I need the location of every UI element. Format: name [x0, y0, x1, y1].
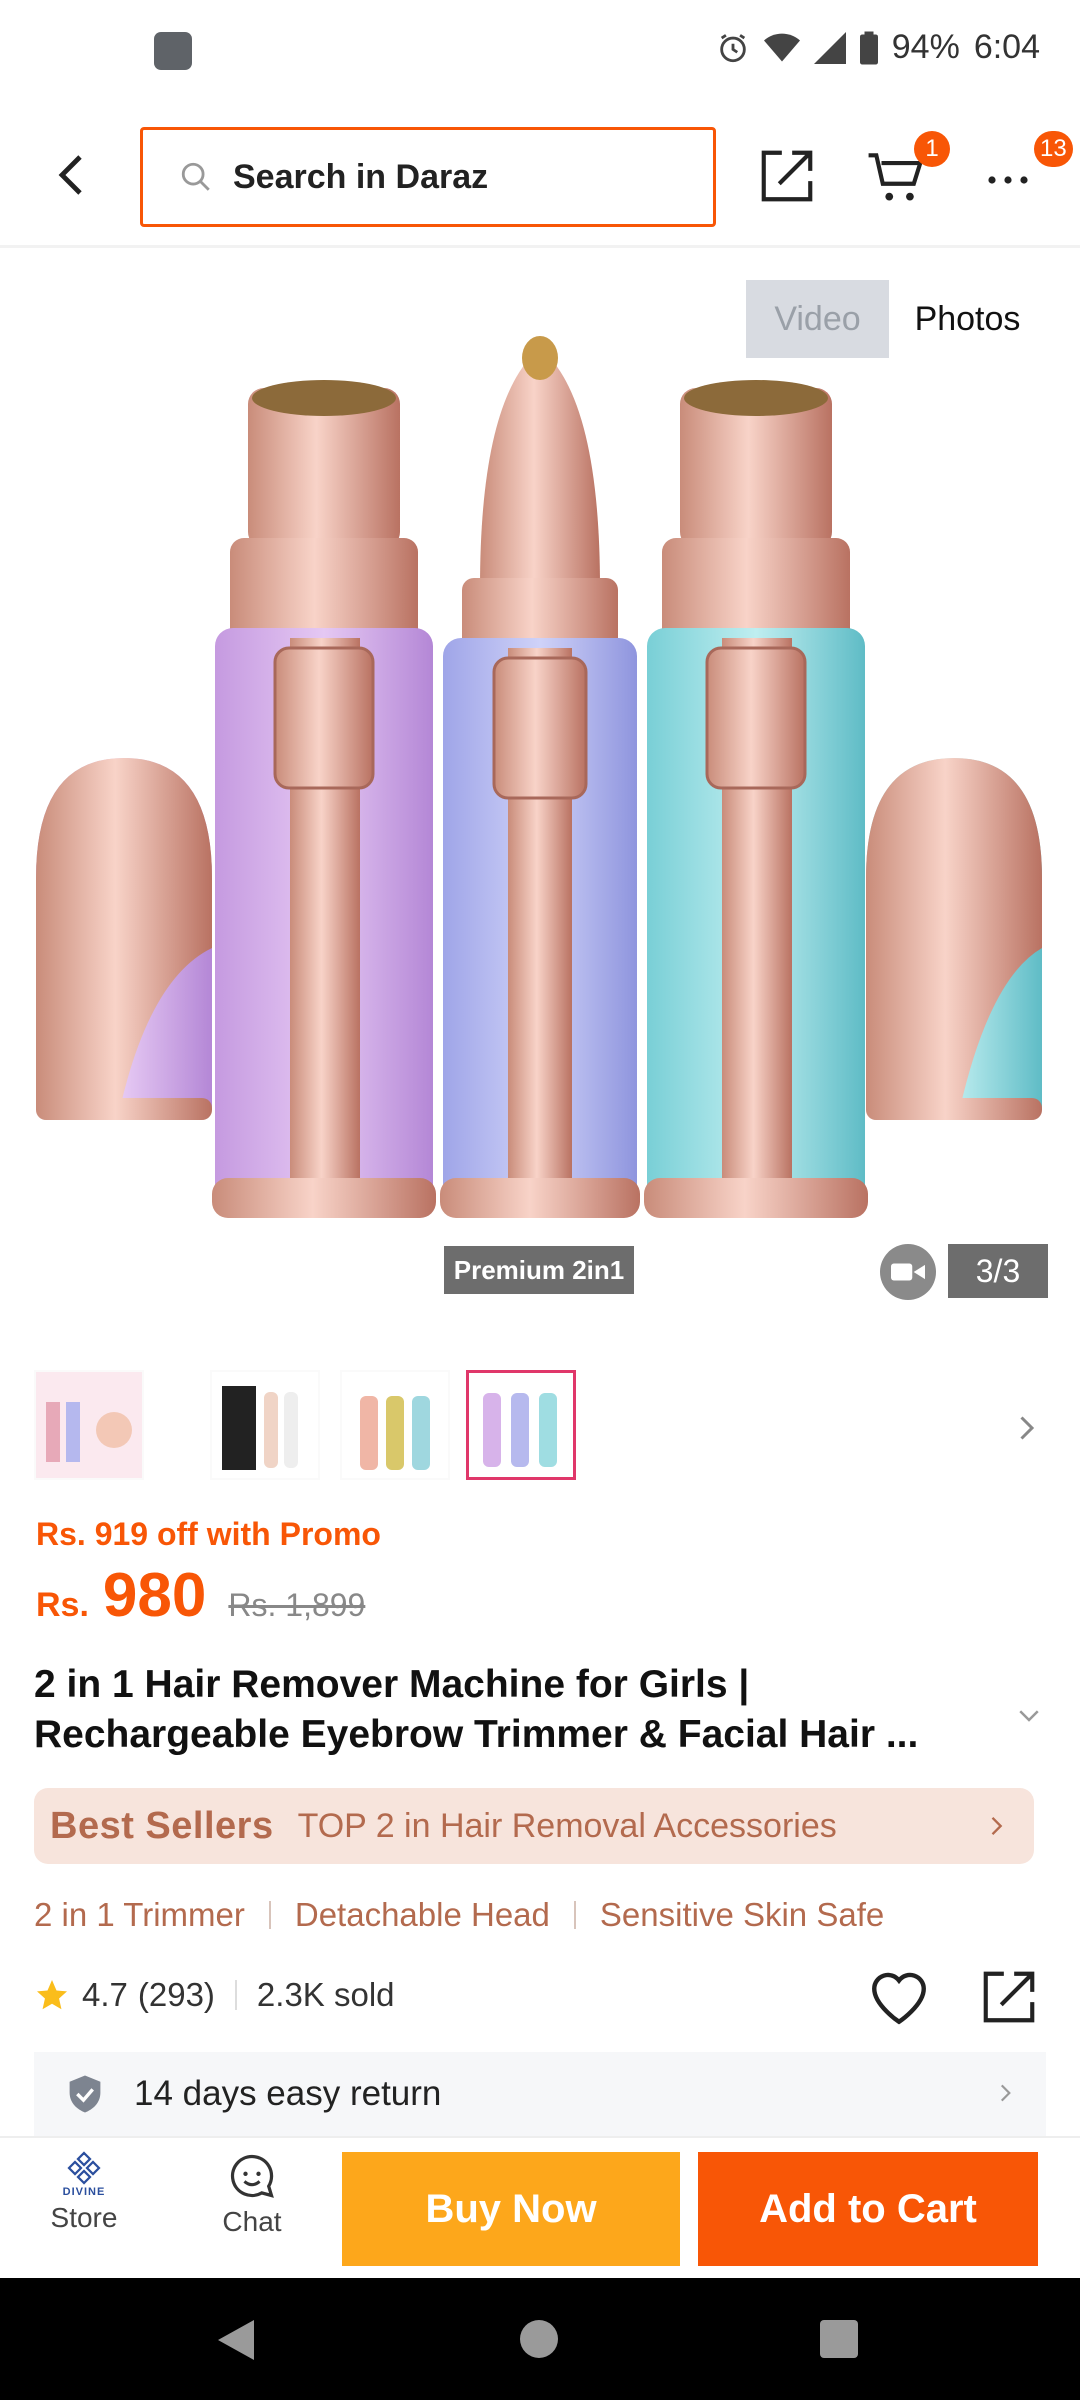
- store-label: Store: [50, 2202, 118, 2233]
- product-image-gallery[interactable]: Video Photos Premium 2in1 3/3: [0, 248, 1080, 1328]
- more-button[interactable]: 13: [984, 131, 1073, 207]
- feature-tags: 2 in 1 Trimmer Detachable Head Sensitive…: [34, 1896, 884, 1934]
- best-sellers-label: Best Sellers: [50, 1804, 274, 1847]
- thumbnail-image: [212, 1372, 318, 1478]
- return-policy-text: 14 days easy return: [134, 2074, 442, 2113]
- thumbnail-4[interactable]: [466, 1370, 576, 1480]
- chat-label: Chat: [222, 2206, 282, 2237]
- nav-recents-icon[interactable]: [820, 2320, 858, 2358]
- alarm-icon: [720, 33, 746, 62]
- rating-count: (293): [137, 1976, 215, 2013]
- store-logo-icon: [67, 2151, 101, 2185]
- chevron-right-icon: [1020, 1416, 1035, 1440]
- thumbnail-image: [36, 1372, 142, 1478]
- product-image: [36, 336, 1042, 1218]
- store-logo-text: DIVINE: [62, 2186, 106, 2198]
- back-button[interactable]: [40, 145, 100, 205]
- return-policy-row[interactable]: 14 days easy return: [34, 2052, 1046, 2136]
- heart-icon: [872, 1972, 926, 2025]
- share-icon: [983, 1971, 1035, 2023]
- best-sellers-banner[interactable]: Best Sellers TOP 2 in Hair Removal Acces…: [34, 1788, 1034, 1864]
- notification-icon: [154, 32, 192, 70]
- star-icon: [37, 1980, 67, 2010]
- price-row: Rs. 980 Rs. 1,899: [36, 1560, 365, 1631]
- battery-icon: [859, 31, 878, 64]
- chevron-right-icon: [1000, 2084, 1011, 2102]
- image-caption: Premium 2in1: [444, 1246, 634, 1294]
- feature-separator: [268, 1901, 271, 1929]
- thumbnail-2[interactable]: [210, 1370, 320, 1480]
- video-play-button[interactable]: [880, 1244, 936, 1300]
- rating-row[interactable]: 4.7 (293) 2.3K sold: [34, 1976, 395, 2014]
- feature-tag: Sensitive Skin Safe: [599, 1896, 885, 1933]
- battery-level: 94%: [891, 28, 960, 66]
- system-nav-bar: [0, 2278, 1080, 2400]
- original-price: Rs. 1,899: [228, 1587, 366, 1623]
- more-count-badge: 13: [1034, 131, 1073, 167]
- nav-home-icon[interactable]: [520, 2320, 558, 2358]
- promo-discount: Rs. 919 off with Promo: [36, 1516, 381, 1552]
- thumbnails-next-button[interactable]: [1008, 1410, 1044, 1446]
- thumbnail-3[interactable]: [340, 1370, 450, 1480]
- wishlist-button[interactable]: [866, 1966, 932, 2028]
- share-button[interactable]: [756, 145, 818, 207]
- video-tab[interactable]: Video: [746, 280, 889, 358]
- add-to-cart-button[interactable]: Add to Cart: [698, 2152, 1038, 2266]
- thumbnail-1[interactable]: [34, 1370, 144, 1480]
- feature-separator: [573, 1901, 576, 1929]
- buy-now-button[interactable]: Buy Now: [342, 2152, 680, 2266]
- share-product-button[interactable]: [978, 1966, 1040, 2028]
- search-icon: [181, 162, 210, 191]
- cart-button[interactable]: 1: [866, 131, 950, 207]
- chevron-left-icon: [58, 155, 82, 195]
- chevron-right-icon: [991, 1817, 1003, 1835]
- image-counter: 3/3: [948, 1244, 1048, 1298]
- chat-icon: [230, 2154, 274, 2198]
- rating-score: 4.7: [82, 1976, 128, 2013]
- thumbnail-strip: [0, 1328, 1080, 1524]
- share-icon: [761, 150, 813, 202]
- chevron-down-icon: [1019, 1710, 1039, 1722]
- video-camera-icon: [891, 1263, 925, 1281]
- status-icons: 94% 6:04: [716, 28, 1040, 67]
- current-price: 980: [102, 1561, 207, 1630]
- status-bar: 94% 6:04: [0, 0, 1080, 105]
- signal-icon: [813, 31, 846, 64]
- thumbnail-image: [342, 1372, 448, 1478]
- top-header: Search in Daraz 1 13: [0, 105, 1080, 247]
- best-sellers-rank: TOP 2 in Hair Removal Accessories: [297, 1806, 837, 1845]
- feature-tag: Detachable Head: [294, 1896, 550, 1933]
- cart-count-badge: 1: [914, 131, 950, 167]
- media-toggle: Video Photos: [746, 280, 1046, 358]
- search-input[interactable]: Search in Daraz: [140, 127, 716, 227]
- chat-button[interactable]: Chat: [200, 2150, 304, 2270]
- rating-separator: [234, 1980, 237, 2010]
- more-icon: [988, 176, 1028, 184]
- product-title[interactable]: 2 in 1 Hair Remover Machine for Girls | …: [34, 1660, 1014, 1760]
- currency: Rs.: [36, 1586, 89, 1624]
- sold-count: 2.3K sold: [256, 1976, 395, 2013]
- clock: 6:04: [973, 28, 1040, 66]
- expand-title-button[interactable]: [1014, 1700, 1044, 1730]
- feature-tag: 2 in 1 Trimmer: [34, 1896, 245, 1933]
- photos-tab[interactable]: Photos: [889, 280, 1046, 358]
- bottom-action-bar: DIVINE Store Chat Buy Now Add to Cart: [0, 2136, 1080, 2278]
- thumbnail-image: [469, 1373, 573, 1477]
- wifi-icon: [763, 33, 800, 61]
- shield-check-icon: [69, 2075, 101, 2113]
- store-button[interactable]: DIVINE Store: [32, 2150, 136, 2270]
- search-placeholder: Search in Daraz: [233, 157, 489, 196]
- nav-back-icon[interactable]: [218, 2320, 254, 2360]
